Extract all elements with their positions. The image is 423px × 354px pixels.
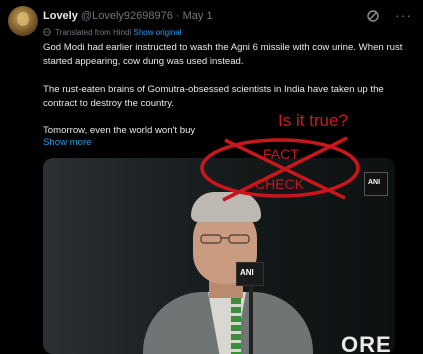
backdrop-text: ORE [341,332,392,354]
glasses-icon [200,234,250,244]
translate-icon [43,28,51,36]
overlay-question: Is it true? [278,111,348,130]
tweet-paragraph-1: God Modi had earlier instructed to wash … [43,42,403,67]
grok-icon[interactable] [366,9,380,23]
show-original-link[interactable]: Show original [134,28,182,37]
overlay-check: CHECK [255,176,305,192]
author-name[interactable]: Lovely [43,10,78,22]
ani-corner-logo: ANI [364,172,388,196]
translated-label: Translated from Hindi [55,28,132,37]
overlay-fact: FACT [263,146,299,162]
lanyard [231,298,241,354]
tweet[interactable]: Lovely @Lovely92698976 · May 1 ··· Trans… [0,0,423,354]
microphone-logo: ANI [236,262,264,286]
avatar[interactable] [8,6,38,36]
author-handle[interactable]: @Lovely92698976 [81,10,173,22]
tweet-paragraph-2: The rust-eaten brains of Gomutra-obsesse… [43,84,384,109]
more-options-icon[interactable]: ··· [395,7,412,23]
translation-notice: Translated from Hindi Show original [43,28,182,37]
show-more-link[interactable]: Show more [43,137,92,148]
tweet-header: Lovely @Lovely92698976 · May 1 [43,10,213,22]
separator: · [175,10,180,22]
tweet-date[interactable]: May 1 [183,10,213,22]
